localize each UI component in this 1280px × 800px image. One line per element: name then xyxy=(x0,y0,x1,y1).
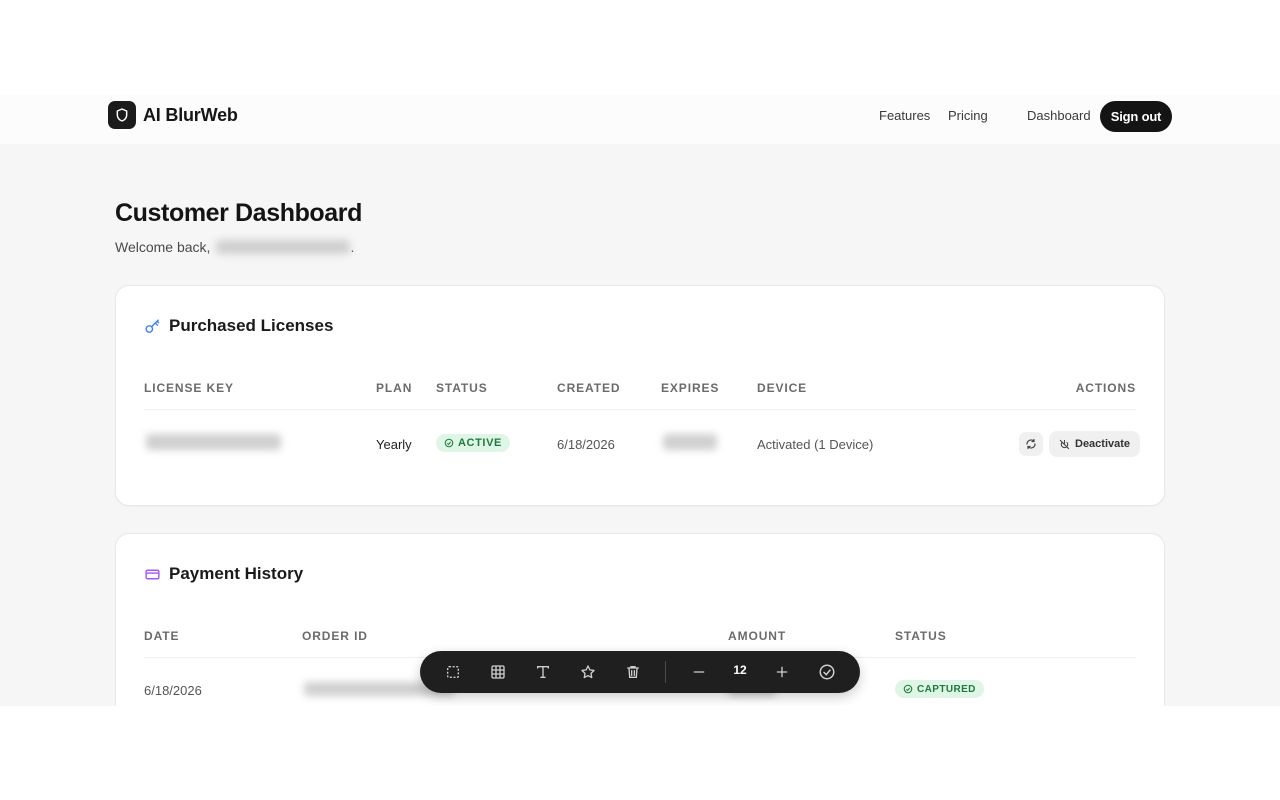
blurred-license-key xyxy=(146,434,281,450)
table-divider xyxy=(144,409,1136,410)
status-badge-label: ACTIVE xyxy=(458,437,502,449)
blur-strength-value: 12 xyxy=(733,663,747,677)
sign-out-button[interactable]: Sign out xyxy=(1100,101,1172,132)
shield-logo-icon xyxy=(108,101,136,129)
column-header-created: Created xyxy=(557,381,621,395)
check-circle-icon xyxy=(903,684,913,694)
trash-icon xyxy=(627,666,639,678)
welcome-message: Welcome back, . xyxy=(115,239,354,255)
confirm-button[interactable] xyxy=(814,659,840,685)
welcome-end: . xyxy=(350,239,355,255)
deactivate-button[interactable]: Deactivate xyxy=(1049,431,1141,457)
minus-icon xyxy=(693,671,705,673)
licenses-card: Purchased Licenses License Key Plan Stat… xyxy=(115,285,1165,506)
text-tool-button[interactable] xyxy=(530,659,556,685)
grid-button[interactable] xyxy=(485,659,511,685)
app-viewport: AI BlurWeb Features Pricing Dashboard Si… xyxy=(0,95,1280,706)
column-header-plan: Plan xyxy=(376,381,413,395)
payment-status-label: CAPTURED xyxy=(917,683,976,695)
key-icon xyxy=(144,318,161,335)
welcome-text: Welcome back, xyxy=(115,239,211,255)
decrease-button[interactable] xyxy=(686,659,712,685)
license-created-date: 6/18/2026 xyxy=(557,437,615,452)
column-header-expires: Expires xyxy=(661,381,720,395)
plus-icon xyxy=(776,666,788,678)
grid-icon xyxy=(491,665,505,679)
column-header-amount: Amount xyxy=(728,629,787,643)
star-icon xyxy=(581,665,595,679)
refresh-license-button[interactable] xyxy=(1019,432,1043,456)
license-plan: Yearly xyxy=(376,437,412,452)
licenses-title: Purchased Licenses xyxy=(169,316,334,335)
license-device: Activated (1 Device) xyxy=(757,437,874,452)
payments-card-header: Payment History xyxy=(144,564,303,584)
payment-date: 6/18/2026 xyxy=(144,683,202,698)
blur-editor-toolbar: 12 xyxy=(420,651,860,693)
text-icon xyxy=(537,666,549,678)
deactivate-button-label: Deactivate xyxy=(1075,438,1131,450)
column-header-actions: Actions xyxy=(1075,381,1136,395)
payment-status-badge: CAPTURED xyxy=(895,680,984,698)
column-header-license-key: License Key xyxy=(144,381,234,395)
column-header-device: Device xyxy=(757,381,808,395)
blurred-expiry-date xyxy=(663,434,717,450)
nav-pricing-link[interactable]: Pricing xyxy=(948,108,988,123)
licenses-card-header: Purchased Licenses xyxy=(144,316,333,336)
top-navbar: AI BlurWeb Features Pricing Dashboard Si… xyxy=(0,95,1280,144)
power-off-icon xyxy=(1059,439,1070,449)
status-badge: ACTIVE xyxy=(436,434,510,452)
column-header-status: Status xyxy=(436,381,488,395)
column-header-date: Date xyxy=(144,629,180,643)
column-header-payment-status: Status xyxy=(895,629,947,643)
delete-button[interactable] xyxy=(620,659,646,685)
credit-card-icon xyxy=(144,566,161,583)
refresh-icon xyxy=(1026,438,1036,450)
page-title: Customer Dashboard xyxy=(115,199,363,227)
select-region-button[interactable] xyxy=(440,659,466,685)
column-header-order-id: Order ID xyxy=(302,629,368,643)
blurred-user-email xyxy=(216,240,351,254)
nav-features-link[interactable]: Features xyxy=(879,108,930,123)
increase-button[interactable] xyxy=(769,659,795,685)
check-circle-icon xyxy=(819,664,835,680)
nav-dashboard-link[interactable]: Dashboard xyxy=(1027,108,1091,123)
brand[interactable]: AI BlurWeb xyxy=(108,101,238,129)
select-region-icon xyxy=(447,666,459,678)
check-circle-icon xyxy=(444,438,454,448)
star-button[interactable] xyxy=(575,659,601,685)
payments-title: Payment History xyxy=(169,564,304,583)
brand-name: AI BlurWeb xyxy=(143,104,238,125)
toolbar-separator xyxy=(665,661,666,683)
